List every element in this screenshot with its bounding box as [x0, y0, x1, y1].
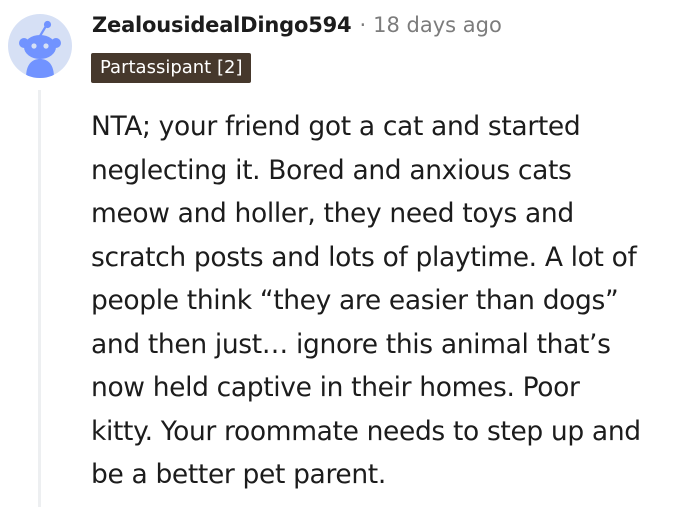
- user-avatar[interactable]: [8, 14, 72, 78]
- comment-body-line: NTA; your friend got a cat and started: [91, 111, 581, 142]
- comment-body-line: scratch posts and lots of playtime. A lo…: [91, 241, 637, 273]
- comment: ZealousidealDingo594 · 18 days ago Parta…: [0, 0, 700, 507]
- comment-body: NTA; your friend got a cat and started n…: [91, 105, 691, 497]
- comment-body-line: be a better pet parent.: [91, 459, 386, 490]
- comment-body-line: and then just… ignore this animal that’s: [91, 328, 611, 360]
- comment-meta: ZealousidealDingo594 · 18 days ago: [92, 10, 502, 40]
- username-link[interactable]: ZealousidealDingo594: [92, 13, 352, 37]
- comment-body-line: now held captive in their homes. Poor: [91, 372, 580, 403]
- meta-separator: ·: [359, 13, 367, 37]
- thread-collapse-line[interactable]: [38, 90, 41, 507]
- comment-timestamp[interactable]: 18 days ago: [373, 13, 502, 37]
- snoo-avatar-icon: [19, 20, 61, 78]
- comment-body-line: kitty. Your roommate needs to step up an…: [91, 415, 641, 447]
- comment-body-line: meow and holler, they need toys and: [91, 198, 574, 229]
- comment-body-line: neglecting it. Bored and anxious cats: [91, 154, 572, 186]
- comment-body-line: people think “they are easier than dogs”: [91, 285, 619, 316]
- user-flair-badge: Partassipant [2]: [91, 53, 252, 83]
